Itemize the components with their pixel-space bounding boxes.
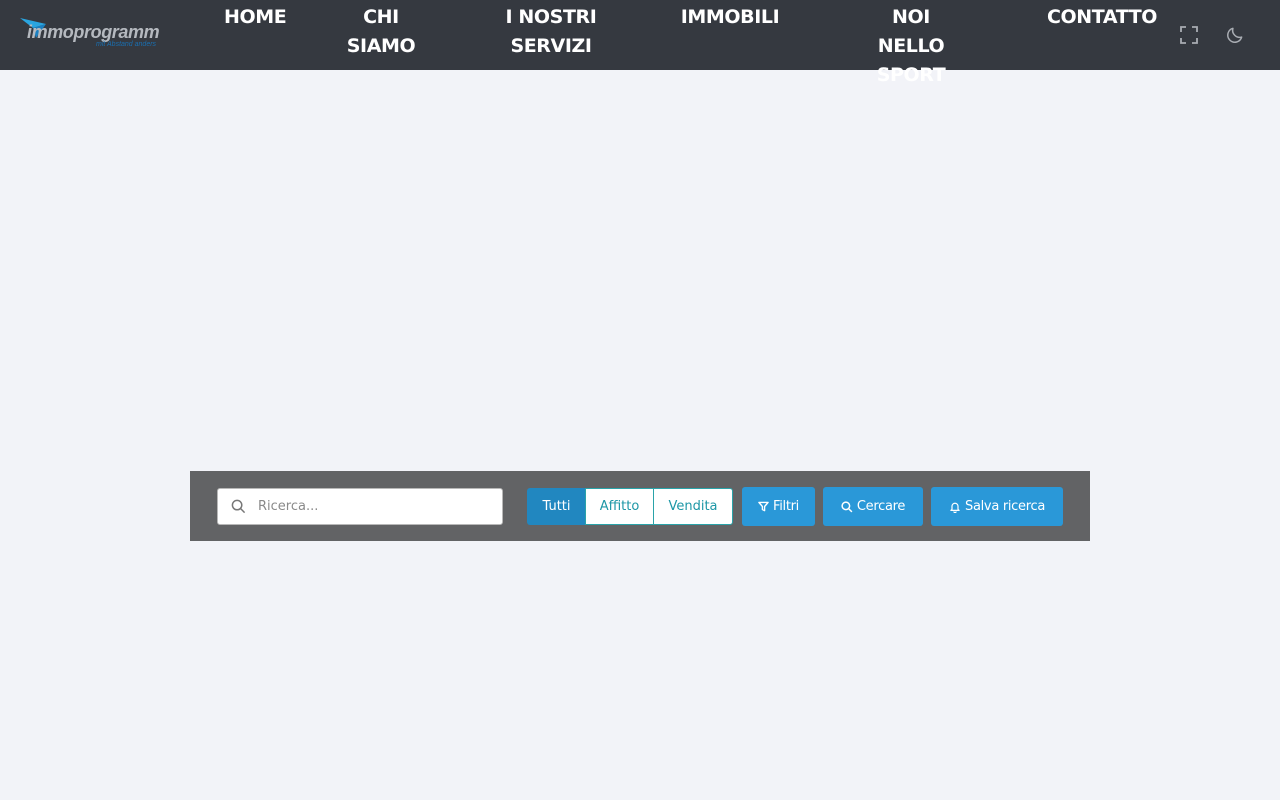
bell-icon (950, 502, 960, 513)
filters-button[interactable]: Filtri (742, 487, 815, 526)
nav-item-contatto[interactable]: CONTATTO (1044, 3, 1160, 32)
nav-label: IMMOBILI (680, 6, 780, 28)
search-icon (841, 500, 853, 512)
search-button[interactable]: Cercare (823, 487, 923, 526)
nav-label: I NOSTRI (505, 6, 597, 28)
segment-vendita[interactable]: Vendita (653, 488, 733, 525)
nav-item-sport[interactable]: NOI NELLO SPORT (858, 3, 964, 90)
nav-label: SIAMO (346, 35, 416, 57)
filter-icon (758, 501, 769, 512)
fullscreen-button[interactable] (1176, 22, 1202, 48)
nav-item-home[interactable]: HOME (224, 3, 287, 32)
save-search-label: Salva ricerca (965, 499, 1045, 514)
segment-tutti[interactable]: Tutti (527, 488, 586, 525)
segment-affitto[interactable]: Affitto (585, 488, 654, 525)
search-icon (231, 499, 246, 514)
top-navbar: immoprogramm mit Abstand anders HOME CHI… (0, 0, 1280, 86)
nav-label: SERVIZI (510, 35, 592, 57)
dark-mode-button[interactable] (1222, 22, 1248, 48)
search-label: Cercare (856, 499, 906, 514)
filters-label: Filtri (772, 499, 799, 514)
property-search-bar: Tutti Affitto Vendita Filtri Cercare Sal… (190, 471, 1090, 541)
nav-label: HOME (224, 6, 287, 28)
logo-tagline: mit Abstand anders (96, 41, 157, 48)
search-field[interactable] (217, 488, 503, 525)
moon-icon (1227, 27, 1243, 43)
nav-label: CHI (363, 6, 399, 28)
nav-item-servizi[interactable]: I NOSTRI SERVIZI (505, 3, 597, 61)
nav-label: SPORT (876, 64, 946, 86)
nav-label: NOI NELLO (877, 6, 945, 57)
save-search-button[interactable]: Salva ricerca (931, 487, 1063, 526)
nav-item-chi-siamo[interactable]: CHI SIAMO (345, 3, 417, 61)
nav-item-immobili[interactable]: IMMOBILI (680, 3, 780, 32)
search-input[interactable] (258, 489, 498, 524)
fullscreen-icon (1180, 26, 1198, 44)
nav-label: CONTATTO (1046, 6, 1158, 28)
brand-logo[interactable]: immoprogramm mit Abstand anders (20, 16, 180, 56)
logo-wordmark: immoprogramm (27, 22, 160, 42)
